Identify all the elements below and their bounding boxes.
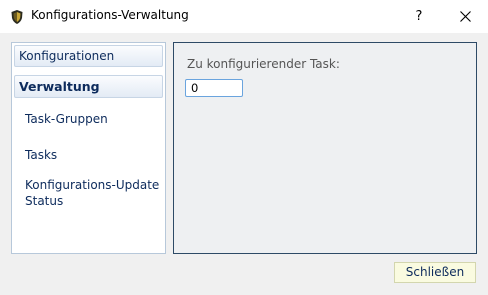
sidebar-item-tasks[interactable]: Tasks [25, 147, 57, 163]
window-title: Konfigurations-Verwaltung [31, 8, 189, 22]
close-icon [459, 11, 471, 22]
task-input[interactable] [185, 79, 243, 97]
close-button[interactable]: Schließen [394, 262, 476, 283]
help-button[interactable]: ? [397, 0, 441, 33]
shield-icon [10, 9, 24, 25]
sidebar-header-verwaltung[interactable]: Verwaltung [14, 75, 163, 98]
window-close-button[interactable] [443, 0, 487, 33]
title-bar: Konfigurations-Verwaltung ? [0, 0, 488, 33]
main-panel: Zu konfigurierender Task: [173, 42, 477, 254]
sidebar: Konfigurationen Verwaltung Task-Gruppen … [11, 42, 166, 254]
sidebar-header-konfigurationen[interactable]: Konfigurationen [14, 45, 163, 67]
sidebar-item-konfigurations-update-status[interactable]: Konfigurations-Update Status [25, 177, 159, 209]
task-field-label: Zu konfigurierender Task: [187, 57, 340, 71]
sidebar-item-task-gruppen[interactable]: Task-Gruppen [25, 111, 108, 127]
